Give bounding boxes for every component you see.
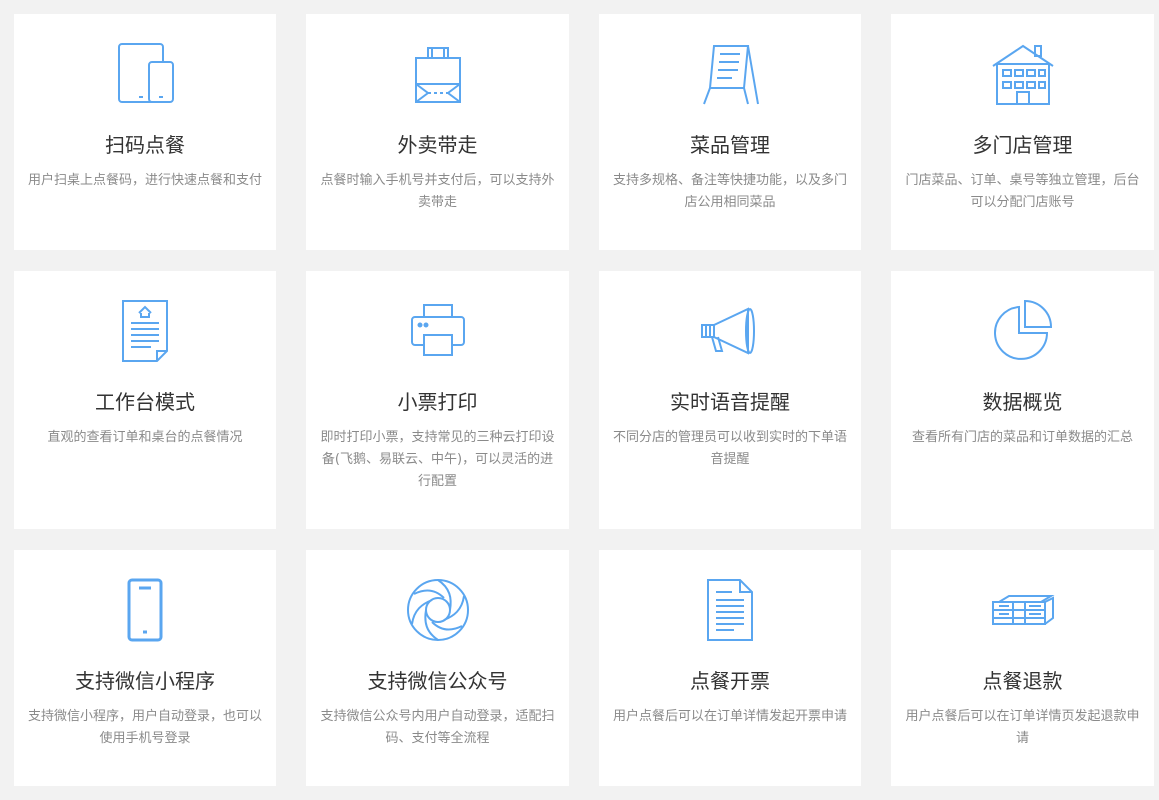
feature-title: 点餐开票 (690, 669, 770, 693)
menu-board-icon (599, 42, 861, 106)
feature-card-receipt-print[interactable]: 小票打印 即时打印小票，支持常见的三种云打印设备(飞鹅、易联云、中午)，可以灵活… (306, 271, 569, 529)
feature-card-workbench[interactable]: 工作台模式 直观的查看订单和桌台的点餐情况 (14, 271, 276, 529)
feature-desc: 不同分店的管理员可以收到实时的下单语音提醒 (612, 430, 847, 467)
feature-desc: 直观的查看订单和桌台的点餐情况 (47, 430, 243, 445)
store-building-icon (891, 42, 1154, 106)
feature-title: 多门店管理 (972, 133, 1073, 157)
feature-title: 菜品管理 (690, 133, 770, 157)
feature-card-dish-management[interactable]: 菜品管理 支持多规格、备注等快捷功能，以及多门店公用相同菜品 (599, 14, 861, 250)
feature-title: 支持微信小程序 (75, 669, 215, 693)
takeaway-bag-icon (306, 42, 569, 106)
feature-desc: 支持微信公众号内用户自动登录，适配扫码、支付等全流程 (320, 709, 555, 746)
feature-desc: 门店菜品、订单、桌号等独立管理，后台可以分配门店账号 (905, 173, 1140, 210)
feature-title: 支持微信公众号 (367, 669, 508, 693)
feature-title: 扫码点餐 (105, 133, 185, 157)
feature-desc: 用户扫桌上点餐码，进行快速点餐和支付 (27, 173, 262, 188)
feature-title: 外卖带走 (397, 133, 478, 157)
phone-icon (14, 578, 276, 642)
megaphone-icon (599, 299, 861, 363)
feature-card-takeaway[interactable]: 外卖带走 点餐时输入手机号并支付后，可以支持外卖带走 (306, 14, 569, 250)
devices-icon (14, 42, 276, 106)
feature-title: 小票打印 (397, 390, 478, 414)
feature-desc: 支持多规格、备注等快捷功能，以及多门店公用相同菜品 (612, 173, 847, 210)
feature-title: 点餐退款 (982, 669, 1063, 693)
feature-card-invoice[interactable]: 点餐开票 用户点餐后可以在订单详情发起开票申请 (599, 550, 861, 786)
feature-card-refund[interactable]: 点餐退款 用户点餐后可以在订单详情页发起退款申请 (891, 550, 1154, 786)
feature-desc: 点餐时输入手机号并支付后，可以支持外卖带走 (320, 173, 555, 210)
feature-desc: 用户点餐后可以在订单详情发起开票申请 (612, 709, 847, 724)
feature-title: 实时语音提醒 (670, 390, 790, 414)
feature-desc: 即时打印小票，支持常见的三种云打印设备(飞鹅、易联云、中午)，可以灵活的进行配置 (320, 430, 555, 489)
feature-title: 工作台模式 (95, 390, 195, 414)
feature-desc: 查看所有门店的菜品和订单数据的汇总 (911, 430, 1133, 445)
feature-card-multi-store[interactable]: 多门店管理 门店菜品、订单、桌号等独立管理，后台可以分配门店账号 (891, 14, 1154, 250)
invoice-icon (599, 578, 861, 642)
feature-card-wechat-official-account[interactable]: 支持微信公众号 支持微信公众号内用户自动登录，适配扫码、支付等全流程 (306, 550, 569, 786)
feature-card-data-overview[interactable]: 数据概览 查看所有门店的菜品和订单数据的汇总 (891, 271, 1154, 529)
feature-title: 数据概览 (982, 390, 1063, 414)
aperture-icon (306, 578, 569, 642)
feature-desc: 支持微信小程序，用户自动登录，也可以使用手机号登录 (27, 709, 262, 746)
feature-card-wechat-miniprogram[interactable]: 支持微信小程序 支持微信小程序，用户自动登录，也可以使用手机号登录 (14, 550, 276, 786)
feature-desc: 用户点餐后可以在订单详情页发起退款申请 (905, 709, 1140, 746)
printer-icon (306, 299, 569, 363)
feature-card-scan-order[interactable]: 扫码点餐 用户扫桌上点餐码，进行快速点餐和支付 (14, 14, 276, 250)
pie-chart-icon (891, 299, 1154, 363)
money-stack-icon (891, 578, 1154, 642)
feature-card-voice-alert[interactable]: 实时语音提醒 不同分店的管理员可以收到实时的下单语音提醒 (599, 271, 861, 529)
document-icon (14, 299, 276, 363)
